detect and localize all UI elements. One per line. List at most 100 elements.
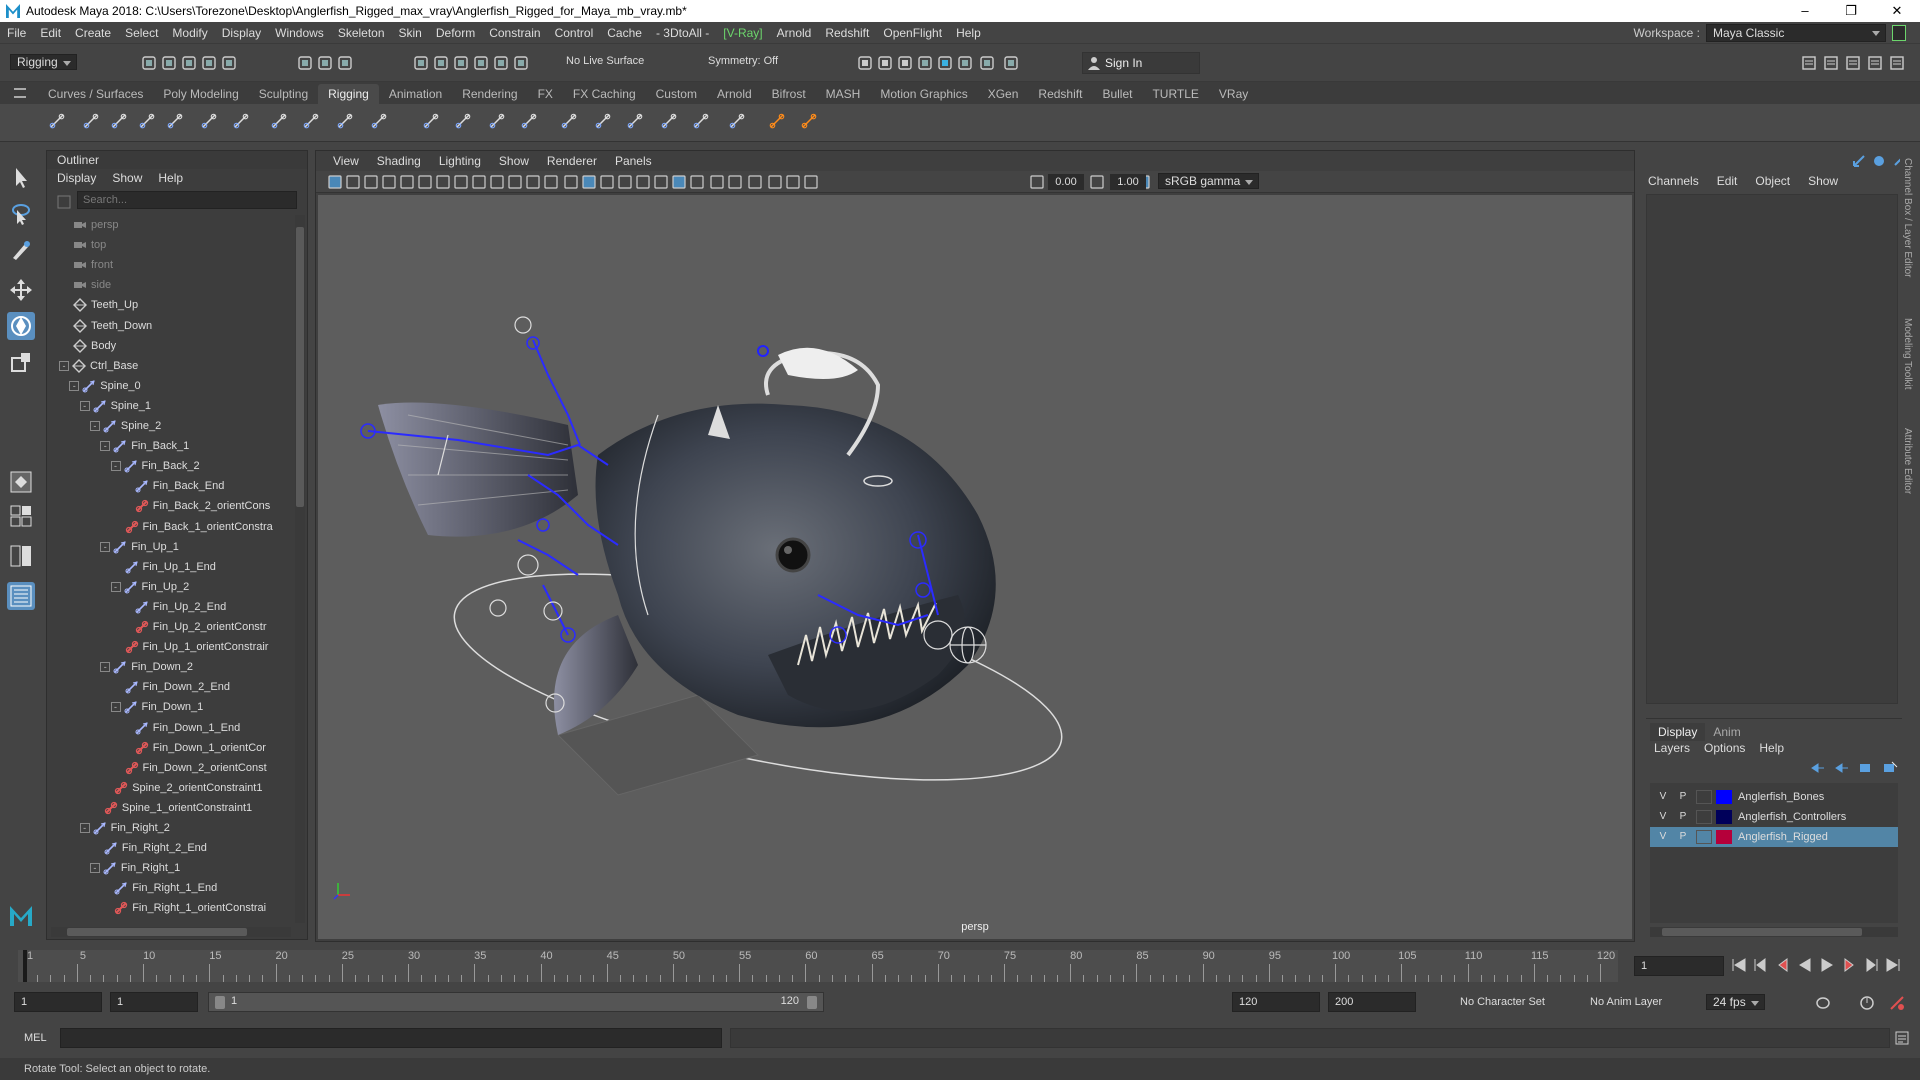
shelf-tab-bullet[interactable]: Bullet	[1092, 84, 1142, 104]
menu-deform[interactable]: Deform	[429, 26, 482, 40]
menu-skeleton[interactable]: Skeleton	[331, 26, 392, 40]
insert-joint-icon[interactable]	[82, 112, 106, 136]
ik-spline-icon[interactable]	[302, 112, 326, 136]
outliner-item-fin-up-2-orientconstr[interactable]: Fin_Up_2_orientConstr	[135, 617, 267, 637]
menu-help[interactable]: Help	[949, 26, 988, 40]
parent-constraint-icon[interactable]	[560, 112, 584, 136]
locator-icon[interactable]	[422, 112, 446, 136]
snap-view-plane-icon[interactable]	[492, 54, 510, 72]
lock-icon[interactable]	[1892, 25, 1906, 41]
single-perspective-layout-icon[interactable]	[7, 468, 35, 496]
outliner-item-fin-right-1-end[interactable]: Fin_Right_1_End	[114, 878, 217, 898]
ambient-occlusion-icon[interactable]	[670, 173, 688, 191]
channel-box-menu-show[interactable]: Show	[1808, 174, 1838, 192]
loop-icon[interactable]	[1814, 994, 1832, 1012]
channel-box-menu-channels[interactable]: Channels	[1648, 174, 1699, 192]
shelf-tab-custom[interactable]: Custom	[646, 84, 707, 104]
2d-pan-zoom-icon[interactable]	[398, 173, 416, 191]
character-set-menu[interactable]: No Character Set	[1460, 996, 1545, 1008]
outliner-item-fin-back-2-orientcons[interactable]: Fin_Back_2_orientCons	[135, 496, 270, 516]
layer-menu-options[interactable]: Options	[1704, 741, 1745, 755]
menu-modify[interactable]: Modify	[165, 26, 214, 40]
move-tool-icon[interactable]	[7, 276, 35, 304]
outliner-item-teeth-up[interactable]: Teeth_Up	[73, 295, 138, 315]
outliner-item-fin-right-1-orientconstrai[interactable]: Fin_Right_1_orientConstrai	[114, 898, 266, 918]
layer-row-anglerfish-controllers[interactable]: V P Anglerfish_Controllers	[1650, 807, 1898, 827]
playback-start-field[interactable]: 1	[110, 992, 198, 1012]
outliner-item-fin-up-2-end[interactable]: Fin_Up_2_End	[135, 597, 226, 617]
mirror-joint-icon[interactable]	[110, 112, 134, 136]
point-constraint-icon[interactable]	[594, 112, 618, 136]
new-layer-icon[interactable]	[1858, 761, 1874, 775]
outliner-item-spine-0[interactable]: - Spine_0	[69, 376, 141, 396]
fps-dropdown[interactable]: 24 fps	[1706, 994, 1765, 1010]
quick-rig-icon[interactable]	[232, 112, 256, 136]
ipr-render-icon[interactable]	[896, 54, 914, 72]
layer-color-swatch[interactable]	[1716, 790, 1732, 804]
shelf-tab-arnold[interactable]: Arnold	[707, 84, 762, 104]
layer-color-swatch[interactable]	[1716, 830, 1732, 844]
channel-box-toggle-icon[interactable]	[1852, 154, 1866, 168]
snap-point-icon[interactable]	[452, 54, 470, 72]
collapse-toggle-icon[interactable]: -	[79, 823, 90, 833]
menu-file[interactable]: File	[0, 26, 33, 40]
menu-display[interactable]: Display	[215, 26, 268, 40]
aim-constraint-icon[interactable]	[692, 112, 716, 136]
outliner-item-spine-2-orientconstraint1[interactable]: Spine_2_orientConstraint1	[114, 778, 262, 798]
persp-graph-layout-icon[interactable]	[7, 542, 35, 570]
pole-vector-icon[interactable]	[728, 112, 752, 136]
outliner-item-body[interactable]: Body	[73, 336, 116, 356]
minimize-button[interactable]: –	[1782, 0, 1828, 22]
outliner-item-fin-right-2-end[interactable]: Fin_Right_2_End	[104, 838, 207, 858]
viewport-menu-renderer[interactable]: Renderer	[538, 154, 606, 168]
menu-edit[interactable]: Edit	[33, 26, 68, 40]
select-object-icon[interactable]	[316, 54, 334, 72]
current-frame-field[interactable]: 1	[1634, 956, 1724, 976]
play-forwards-icon[interactable]	[1818, 956, 1836, 977]
shelf-tab-poly-modeling[interactable]: Poly Modeling	[153, 84, 248, 104]
outliner-item-fin-right-2[interactable]: - Fin_Right_2	[79, 818, 170, 838]
collapse-toggle-icon[interactable]: -	[79, 400, 90, 411]
layer-playback-toggle[interactable]: P	[1676, 790, 1690, 804]
cluster-icon[interactable]	[454, 112, 478, 136]
outliner-item-fin-down-1-end[interactable]: Fin_Down_1_End	[135, 718, 240, 738]
character-controls-icon[interactable]	[1822, 54, 1840, 72]
shelf-tab-xgen[interactable]: XGen	[978, 84, 1029, 104]
workspace-dropdown[interactable]: Maya Classic	[1706, 24, 1886, 42]
3d-viewport-canvas[interactable]: persp	[318, 195, 1632, 939]
side-tab-channel-box-layer-editor[interactable]: Channel Box / Layer Editor	[1902, 158, 1913, 278]
layer-menu-help[interactable]: Help	[1759, 741, 1784, 755]
channel-box-menu-edit[interactable]: Edit	[1717, 174, 1738, 192]
outliner-item-fin-back-1[interactable]: - Fin_Back_1	[100, 436, 189, 456]
outliner-menu-show[interactable]: Show	[112, 171, 142, 185]
scale-constraint-icon[interactable]	[660, 112, 684, 136]
step-forward-key-icon[interactable]	[1840, 956, 1858, 977]
shelf-tab-bifrost[interactable]: Bifrost	[762, 84, 816, 104]
scale-tool-icon[interactable]	[7, 348, 35, 376]
new-scene-icon[interactable]	[140, 54, 158, 72]
outliner-item-fin-back-2[interactable]: - Fin_Back_2	[110, 456, 200, 476]
collapse-toggle-icon[interactable]: -	[59, 360, 69, 371]
bind-skin-icon[interactable]	[336, 112, 360, 136]
outliner-item-teeth-down[interactable]: Teeth_Down	[73, 316, 152, 336]
paint-select-tool-icon[interactable]	[7, 236, 35, 264]
bookmarks-icon[interactable]	[362, 173, 380, 191]
xray-icon[interactable]	[766, 173, 784, 191]
modeling-toolkit-icon[interactable]	[1800, 54, 1818, 72]
shelf-menu-icon[interactable]	[14, 88, 26, 98]
outliner-item-fin-right-3[interactable]: -Fin_Right_3	[104, 919, 180, 924]
open-scene-icon[interactable]	[160, 54, 178, 72]
tool-settings-icon[interactable]	[1866, 54, 1884, 72]
collapse-toggle-icon[interactable]: -	[100, 541, 111, 552]
outliner-item-fin-down-1-orientcor[interactable]: Fin_Down_1_orientCor	[135, 738, 266, 758]
collapse-toggle-icon[interactable]: -	[110, 702, 121, 713]
outliner-item-fin-right-1[interactable]: - Fin_Right_1	[89, 858, 180, 878]
select-hierarchy-icon[interactable]	[296, 54, 314, 72]
humanik-icon[interactable]	[200, 112, 224, 136]
layer-visibility-toggle[interactable]: V	[1656, 830, 1670, 844]
layer-visibility-toggle[interactable]: V	[1656, 790, 1670, 804]
render-view-icon[interactable]	[856, 54, 874, 72]
shelf-tab-turtle[interactable]: TURTLE	[1142, 84, 1208, 104]
custom-tool-1-icon[interactable]	[768, 112, 792, 136]
shelf-tab-mash[interactable]: MASH	[816, 84, 871, 104]
